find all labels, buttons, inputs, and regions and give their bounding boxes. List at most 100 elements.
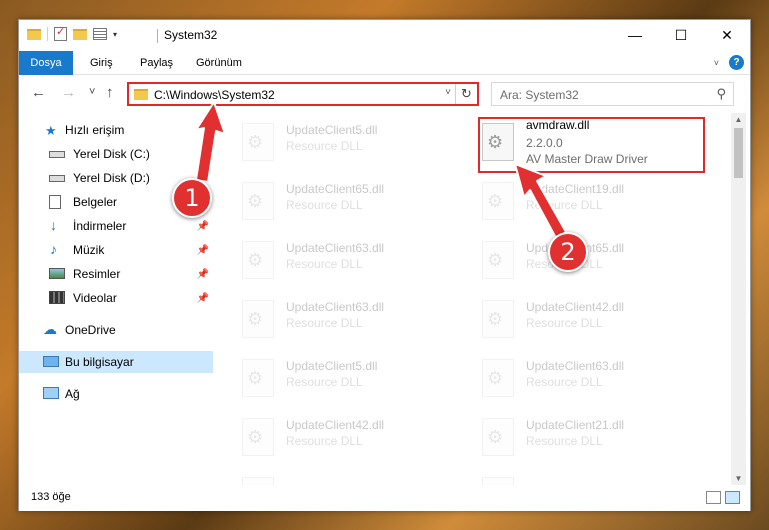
file-description: Resource DLL: [286, 434, 363, 448]
up-button[interactable]: ↑: [106, 84, 114, 101]
sidebar-item-network[interactable]: Ağ: [19, 383, 213, 405]
list-item[interactable]: ⚙ UpdateClient5.dll Resource DLL: [216, 115, 446, 167]
view-icon[interactable]: [93, 28, 107, 40]
title-bar: ▾ System32 — ☐ ✕: [19, 20, 750, 51]
download-icon: ↓: [50, 217, 57, 233]
scroll-down-icon[interactable]: ▼: [731, 474, 746, 483]
file-description: Resource DLL: [286, 316, 363, 330]
new-folder-icon[interactable]: [73, 28, 87, 40]
scroll-up-icon[interactable]: ▲: [731, 115, 746, 124]
address-path[interactable]: C:\Windows\System32: [154, 88, 275, 102]
sidebar-item-label: Müzik: [73, 243, 105, 257]
dll-file-icon: ⚙: [242, 418, 274, 456]
list-item[interactable]: ⚙ UpdateClient42.dll Resource DLL: [216, 410, 446, 462]
sidebar-item-local-disk-c[interactable]: Yerel Disk (C:): [19, 143, 213, 165]
list-item[interactable]: ⚙ UpdateClient42.dll Resource DLL: [456, 292, 686, 344]
list-item[interactable]: ⚙ UpdateClient5.dll Resource DLL: [216, 351, 446, 403]
sidebar-item-label: Yerel Disk (C:): [73, 147, 150, 161]
folder-icon: [134, 89, 148, 100]
forward-button[interactable]: →: [61, 84, 76, 101]
dll-file-icon: ⚙: [242, 241, 274, 279]
customize-toolbar-icon[interactable]: ▾: [113, 30, 117, 39]
status-bar: 133 öğe: [19, 486, 750, 511]
tab-view[interactable]: Görünüm: [196, 51, 242, 75]
address-bar[interactable]: C:\Windows\System32 ˅ ↻: [127, 82, 479, 106]
pin-icon[interactable]: 📌: [197, 293, 209, 304]
navigation-pane: ★ Hızlı erişim Yerel Disk (C:) Yerel Dis…: [19, 113, 213, 485]
pin-icon[interactable]: 📌: [197, 269, 209, 280]
pictures-icon: [49, 268, 65, 279]
tab-home[interactable]: Giriş: [90, 51, 113, 75]
sidebar-item-label: Yerel Disk (D:): [73, 171, 150, 185]
file-description: Resource DLL: [286, 257, 363, 271]
list-item[interactable]: ⚙ UpdateClient21.dll Resource DLL: [456, 410, 686, 462]
file-name: UpdateClient21.dll: [526, 418, 625, 432]
maximize-button[interactable]: ☐: [658, 20, 704, 50]
file-name: UpdateClient5.dll: [286, 359, 378, 373]
drive-icon: [49, 175, 65, 182]
dll-file-icon: ⚙: [482, 477, 514, 485]
sidebar-item-onedrive[interactable]: ☁ OneDrive: [19, 319, 213, 341]
minimize-button[interactable]: —: [612, 20, 658, 50]
list-item[interactable]: ⚙ UpdateClient65.dll Resource DLL: [216, 174, 446, 226]
dll-file-icon: ⚙: [482, 300, 514, 338]
file-name: UpdateClient19.dll: [526, 182, 625, 196]
search-icon[interactable]: ⚲: [716, 86, 726, 102]
list-item[interactable]: ⚙ UpdateClient63.dll Resource DLL: [216, 292, 446, 344]
refresh-button[interactable]: ↻: [455, 84, 477, 104]
folder-icon: [27, 28, 41, 40]
star-icon: ★: [45, 123, 57, 138]
sidebar-item-this-pc[interactable]: Bu bilgisayar: [19, 351, 213, 373]
music-icon: ♪: [50, 241, 57, 257]
pin-icon[interactable]: 📌: [197, 245, 209, 256]
scrollbar-thumb[interactable]: [734, 128, 743, 178]
file-explorer-window: ▾ System32 — ☐ ✕ Dosya Giriş Paylaş Görü…: [18, 19, 751, 511]
drive-icon: [49, 151, 65, 158]
tab-share[interactable]: Paylaş: [140, 51, 173, 75]
vertical-scrollbar[interactable]: ▲ ▼: [731, 113, 746, 485]
sidebar-item-label: Bu bilgisayar: [65, 355, 134, 369]
help-icon[interactable]: ?: [729, 55, 744, 70]
list-item[interactable]: ⚙: [216, 469, 446, 485]
sidebar-item-pictures[interactable]: Resimler 📌: [19, 263, 213, 285]
sidebar-item-label: OneDrive: [65, 323, 116, 337]
close-button[interactable]: ✕: [704, 20, 750, 50]
sidebar-item-downloads[interactable]: ↓ İndirmeler 📌: [19, 215, 213, 237]
computer-icon: [43, 356, 59, 367]
sidebar-item-label: Resimler: [73, 267, 121, 281]
sidebar-item-quick-access[interactable]: ★ Hızlı erişim: [19, 119, 213, 141]
file-description: Resource DLL: [286, 198, 363, 212]
dll-file-icon: ⚙: [242, 300, 274, 338]
cloud-icon: ☁: [43, 321, 57, 337]
ribbon-tabs: Dosya Giriş Paylaş Görünüm ˅ ?: [19, 51, 750, 103]
tiles-view-icon[interactable]: [725, 491, 740, 504]
list-item[interactable]: ⚙ UpdateClient63.dll Resource DLL: [456, 351, 686, 403]
navigation-bar: ← → ˅ ↑ C:\Windows\System32 ˅ ↻ Ara: Sys…: [19, 75, 750, 111]
sidebar-item-label: Belgeler: [73, 195, 118, 209]
properties-icon[interactable]: [54, 25, 67, 41]
chevron-down-icon[interactable]: ˅: [445, 87, 451, 98]
list-item[interactable]: ⚙ UpdateClient63.dll Resource DLL: [216, 233, 446, 285]
search-box[interactable]: Ara: System32 ⚲: [491, 82, 734, 106]
network-icon: [43, 387, 59, 399]
sidebar-item-label: Videolar: [73, 291, 117, 305]
list-item[interactable]: ⚙: [456, 469, 686, 485]
window-controls: — ☐ ✕: [612, 20, 750, 50]
dll-file-icon: ⚙: [482, 418, 514, 456]
list-item[interactable]: ⚙ UpdateClient19.dll Resource DLL: [456, 174, 686, 226]
video-icon: [49, 291, 65, 304]
file-description: Resource DLL: [526, 316, 603, 330]
highlight-box: [478, 117, 705, 173]
file-name: UpdateClient5.dll: [286, 123, 378, 137]
file-description: Resource DLL: [526, 198, 603, 212]
expand-ribbon-icon[interactable]: ˅: [714, 58, 719, 68]
details-view-icon[interactable]: [706, 491, 721, 504]
sidebar-item-videos[interactable]: Videolar 📌: [19, 287, 213, 309]
step-badge-1: 1: [172, 178, 212, 218]
pin-icon[interactable]: 📌: [197, 221, 209, 232]
search-placeholder[interactable]: Ara: System32: [500, 88, 579, 102]
recent-locations-button[interactable]: ˅: [89, 86, 95, 98]
sidebar-item-music[interactable]: ♪ Müzik 📌: [19, 239, 213, 261]
window-title-label: System32: [164, 28, 218, 42]
back-button[interactable]: ←: [31, 84, 46, 101]
